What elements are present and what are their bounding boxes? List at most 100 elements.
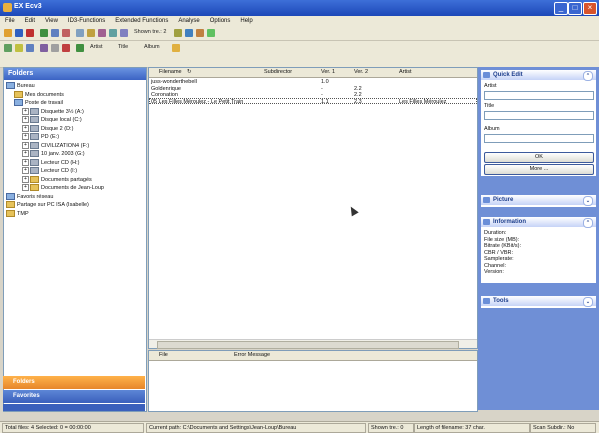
ok-button[interactable]: OK	[484, 152, 594, 163]
col-error-message[interactable]: Error Message	[234, 352, 270, 358]
expand-toggle-icon[interactable]: +	[22, 158, 29, 166]
star-icon[interactable]	[172, 44, 180, 52]
paste-tag-icon[interactable]	[87, 29, 95, 37]
shown-filter-label[interactable]: Shown tre.: 2	[134, 29, 166, 35]
scrollbar-thumb[interactable]	[157, 341, 459, 349]
web-icon[interactable]	[26, 44, 34, 52]
tab-favorites[interactable]: Favorites	[3, 390, 145, 403]
table-cell-v1[interactable]: 1.0	[321, 79, 329, 85]
expand-toggle-icon[interactable]: +	[22, 133, 29, 140]
menu-item-help[interactable]: Help	[235, 16, 257, 26]
artist-filter[interactable]: Artist	[90, 44, 103, 50]
expand-toggle-icon[interactable]: +	[22, 167, 29, 174]
title-filter[interactable]: Title	[118, 44, 128, 50]
col-artist[interactable]: Artist	[399, 69, 412, 75]
expand-toggle-icon[interactable]: +	[22, 175, 29, 183]
horizontal-scrollbar[interactable]	[149, 339, 477, 349]
table-cell-artist[interactable]: Les Filles Méroulez	[399, 99, 446, 105]
add-icon[interactable]	[76, 44, 84, 52]
menu-item-id3-functions[interactable]: ID3-Functions	[63, 16, 110, 26]
tree-node[interactable]: + Documents partagés	[22, 175, 92, 184]
tree-node[interactable]: + Lecteur CD (I:)	[22, 167, 77, 175]
collapse-icon[interactable]: ⌃	[583, 71, 593, 81]
tree-node[interactable]: + Lecteur CD (H:)	[22, 158, 80, 167]
menu-item-extended-functions[interactable]: Extended Functions	[110, 16, 173, 26]
import-icon[interactable]	[185, 29, 193, 37]
expand-toggle-icon[interactable]: +	[22, 141, 29, 149]
tree-node[interactable]: + Documents de Jean-Loup	[22, 184, 104, 192]
tree-node[interactable]: Partage sur PC ISA (Isabelle)	[6, 201, 89, 209]
quick-edit-title: Quick Edit	[493, 72, 523, 78]
case-icon[interactable]	[196, 29, 204, 37]
tree-node[interactable]: Poste de travail	[14, 99, 63, 107]
expand-toggle-icon[interactable]: +	[22, 116, 29, 123]
more-button[interactable]: More ...	[484, 164, 594, 175]
tag-icon[interactable]	[40, 29, 48, 37]
minimize-button[interactable]: _	[554, 2, 568, 15]
tree-node[interactable]: Bureau	[6, 82, 35, 90]
col-filename[interactable]: Filename	[159, 69, 182, 75]
quick-edit-header[interactable]: Quick Edit ⌃	[481, 70, 596, 81]
convert-icon[interactable]	[109, 29, 117, 37]
menu-item-options[interactable]: Options	[205, 16, 236, 26]
settings-icon[interactable]	[40, 44, 48, 52]
tree-node[interactable]: + Disque local (C:)	[22, 116, 82, 124]
tree-node[interactable]: TMP	[6, 209, 29, 218]
maximize-button[interactable]: □	[568, 2, 582, 15]
tab-more[interactable]	[3, 404, 145, 411]
save-icon[interactable]	[15, 29, 23, 37]
menu-item-edit[interactable]: Edit	[20, 16, 40, 26]
tree-node[interactable]: + CIVILIZATION4 (F:)	[22, 141, 89, 150]
menu-item-file[interactable]: File	[0, 16, 20, 26]
collapse-icon[interactable]: ⌃	[583, 218, 593, 228]
tools-header[interactable]: Tools ⌄	[481, 296, 596, 307]
tree-node[interactable]: + Disquette 3½ (A:)	[22, 107, 84, 116]
col-ver2[interactable]: Ver. 2	[354, 69, 368, 75]
refresh-column-icon[interactable]: ↻	[187, 69, 192, 75]
col-ver1[interactable]: Ver. 1	[321, 69, 335, 75]
artist-field[interactable]	[484, 91, 594, 100]
tree-node[interactable]: + Disque 2 (D:)	[22, 124, 73, 133]
title-field[interactable]	[484, 111, 594, 120]
col-subdirector[interactable]: Subdirector	[264, 69, 292, 75]
copy-tag-icon[interactable]	[76, 29, 84, 37]
col-file[interactable]: File	[159, 352, 168, 358]
tree-node[interactable]: Mes documents	[14, 90, 64, 99]
table-cell-v1[interactable]: -	[321, 86, 323, 92]
table-cell-filename[interactable]: 05 Les Filles Méroulez - Le Petit Train	[151, 99, 243, 105]
album-field[interactable]	[484, 134, 594, 143]
filter-dropdown-icon[interactable]	[51, 44, 59, 52]
expand-toggle-icon[interactable]: +	[22, 124, 29, 132]
refresh-icon[interactable]	[4, 44, 12, 52]
play-icon[interactable]	[26, 29, 34, 37]
expand-icon[interactable]: ⌄	[583, 297, 593, 307]
menu-item-view[interactable]: View	[40, 16, 63, 26]
expand-toggle-icon[interactable]: +	[22, 107, 29, 115]
table-cell-v1[interactable]: 1.1	[321, 99, 329, 105]
table-cell-filename[interactable]: juss-wonderthebell	[151, 79, 197, 85]
tree-node[interactable]: +10 janv. 2003 (G:)	[22, 150, 85, 158]
information-header[interactable]: Information ⌃	[481, 217, 596, 228]
expand-icon[interactable]: ⌄	[583, 196, 593, 206]
menu-item-analyse[interactable]: Analyse	[173, 16, 204, 26]
table-cell-v2[interactable]: 2.2	[354, 86, 362, 92]
open-folder-icon[interactable]	[4, 29, 12, 37]
table-cell-v2[interactable]: 2.3	[354, 99, 362, 105]
tree-node[interactable]: + PD (E:)	[22, 133, 59, 141]
picture-header[interactable]: Picture ⌄	[481, 195, 596, 206]
export-icon[interactable]	[174, 29, 182, 37]
tree-node[interactable]: Favoris réseau	[6, 192, 53, 201]
expand-toggle-icon[interactable]: +	[22, 150, 29, 157]
close-button[interactable]: ×	[583, 2, 597, 15]
filter-icon[interactable]	[62, 29, 70, 37]
remove-tag-icon[interactable]	[98, 29, 106, 37]
tab-folders[interactable]: Folders	[3, 376, 145, 389]
expand-toggle-icon[interactable]: +	[22, 184, 29, 191]
sort-icon[interactable]	[207, 29, 215, 37]
delete-icon[interactable]	[62, 44, 70, 52]
playlist-icon[interactable]	[15, 44, 23, 52]
album-filter[interactable]: Album	[144, 44, 160, 50]
rename-icon[interactable]	[120, 29, 128, 37]
undo-icon[interactable]	[51, 29, 59, 37]
table-cell-filename[interactable]: Goldenrique	[151, 86, 181, 92]
